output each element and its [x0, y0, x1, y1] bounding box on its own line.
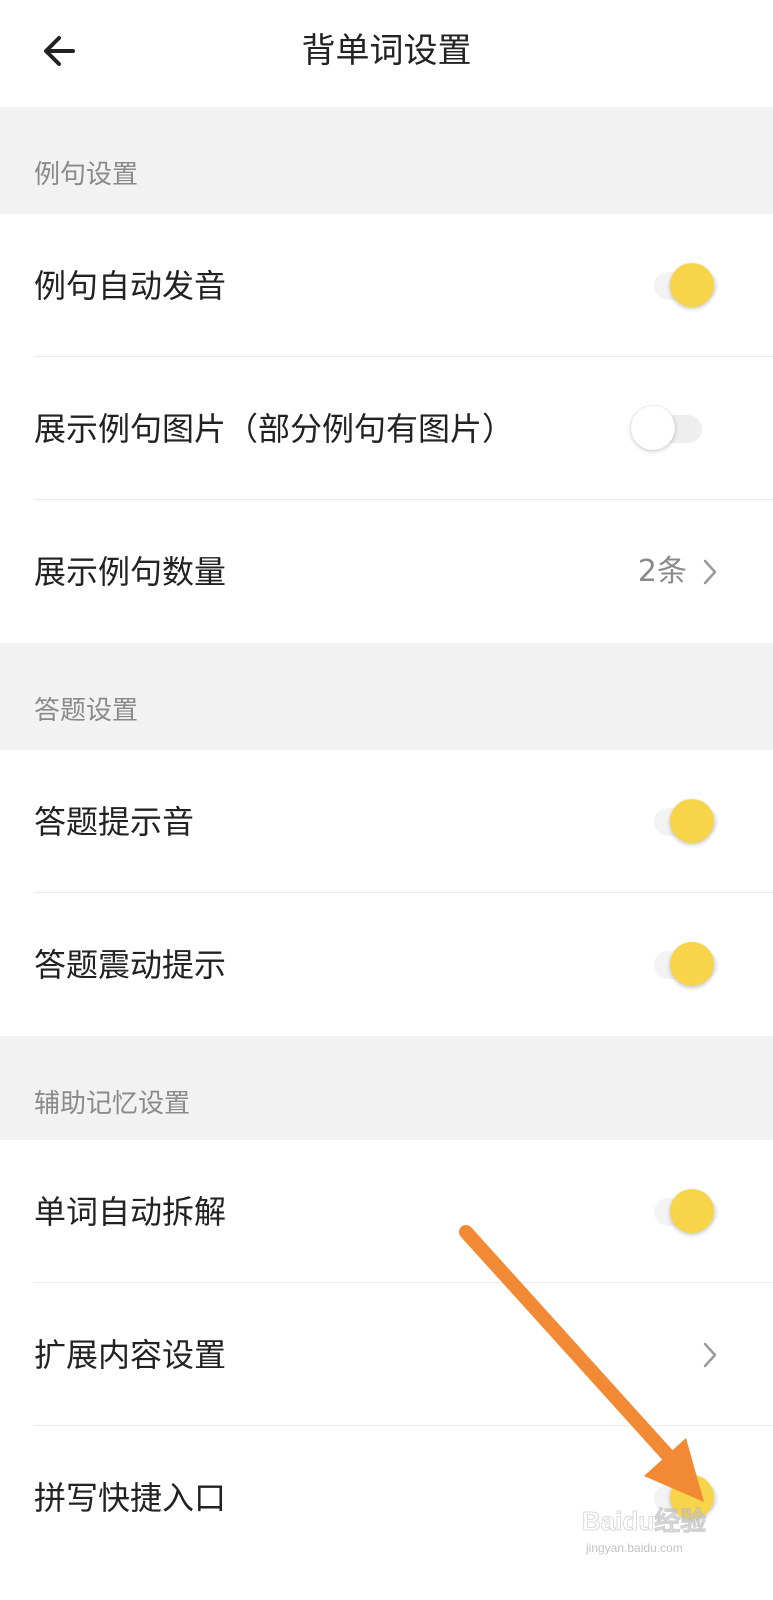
setting-label: 单词自动拆解: [34, 1192, 227, 1231]
top-app-bar: 背单词设置: [0, 0, 773, 107]
setting-row-answer-sound[interactable]: 答题提示音: [0, 750, 773, 893]
section-header-answering: 答题设置: [0, 643, 773, 750]
setting-label: 答题震动提示: [34, 945, 227, 984]
page-title: 背单词设置: [301, 31, 472, 71]
section-header-memory-aid: 辅助记忆设置: [0, 1036, 773, 1143]
auto-pronounce-toggle[interactable]: [646, 261, 718, 311]
setting-label: 例句自动发音: [34, 266, 227, 305]
setting-row-show-images[interactable]: 展示例句图片（部分例句有图片）: [0, 357, 773, 500]
answer-vibration-toggle[interactable]: [646, 940, 718, 990]
toggle-knob: [670, 798, 714, 843]
spelling-shortcut-toggle[interactable]: [646, 1473, 718, 1523]
setting-label: 扩展内容设置: [34, 1335, 227, 1374]
sentence-count-value: 2条: [637, 553, 687, 589]
setting-row-auto-pronounce[interactable]: 例句自动发音: [0, 214, 773, 357]
toggle-knob: [670, 1474, 714, 1519]
setting-row-spelling-shortcut[interactable]: 拼写快捷入口: [0, 1426, 773, 1569]
setting-label: 答题提示音: [34, 802, 195, 841]
chevron-right-icon: [703, 1342, 717, 1367]
toggle-knob: [670, 1188, 714, 1233]
answer-sound-toggle[interactable]: [646, 797, 718, 847]
toggle-knob: [670, 262, 714, 307]
toggle-knob: [670, 941, 714, 986]
chevron-right-icon: [703, 559, 717, 584]
toggle-knob: [631, 405, 675, 450]
setting-row-extended-content[interactable]: 扩展内容设置: [0, 1283, 773, 1426]
setting-row-sentence-count[interactable]: 展示例句数量 2条: [0, 500, 773, 643]
section-title: 例句设置: [34, 160, 139, 190]
setting-row-answer-vibration[interactable]: 答题震动提示: [0, 893, 773, 1036]
setting-row-auto-split[interactable]: 单词自动拆解: [0, 1140, 773, 1283]
section-title: 答题设置: [34, 696, 139, 726]
section-header-example-sentences: 例句设置: [0, 107, 773, 214]
setting-label: 拼写快捷入口: [34, 1478, 227, 1517]
setting-label: 展示例句数量: [34, 552, 227, 591]
section-title: 辅助记忆设置: [34, 1089, 191, 1119]
setting-label: 展示例句图片（部分例句有图片）: [34, 409, 515, 448]
show-images-toggle[interactable]: [626, 404, 702, 454]
auto-split-toggle[interactable]: [646, 1187, 718, 1237]
